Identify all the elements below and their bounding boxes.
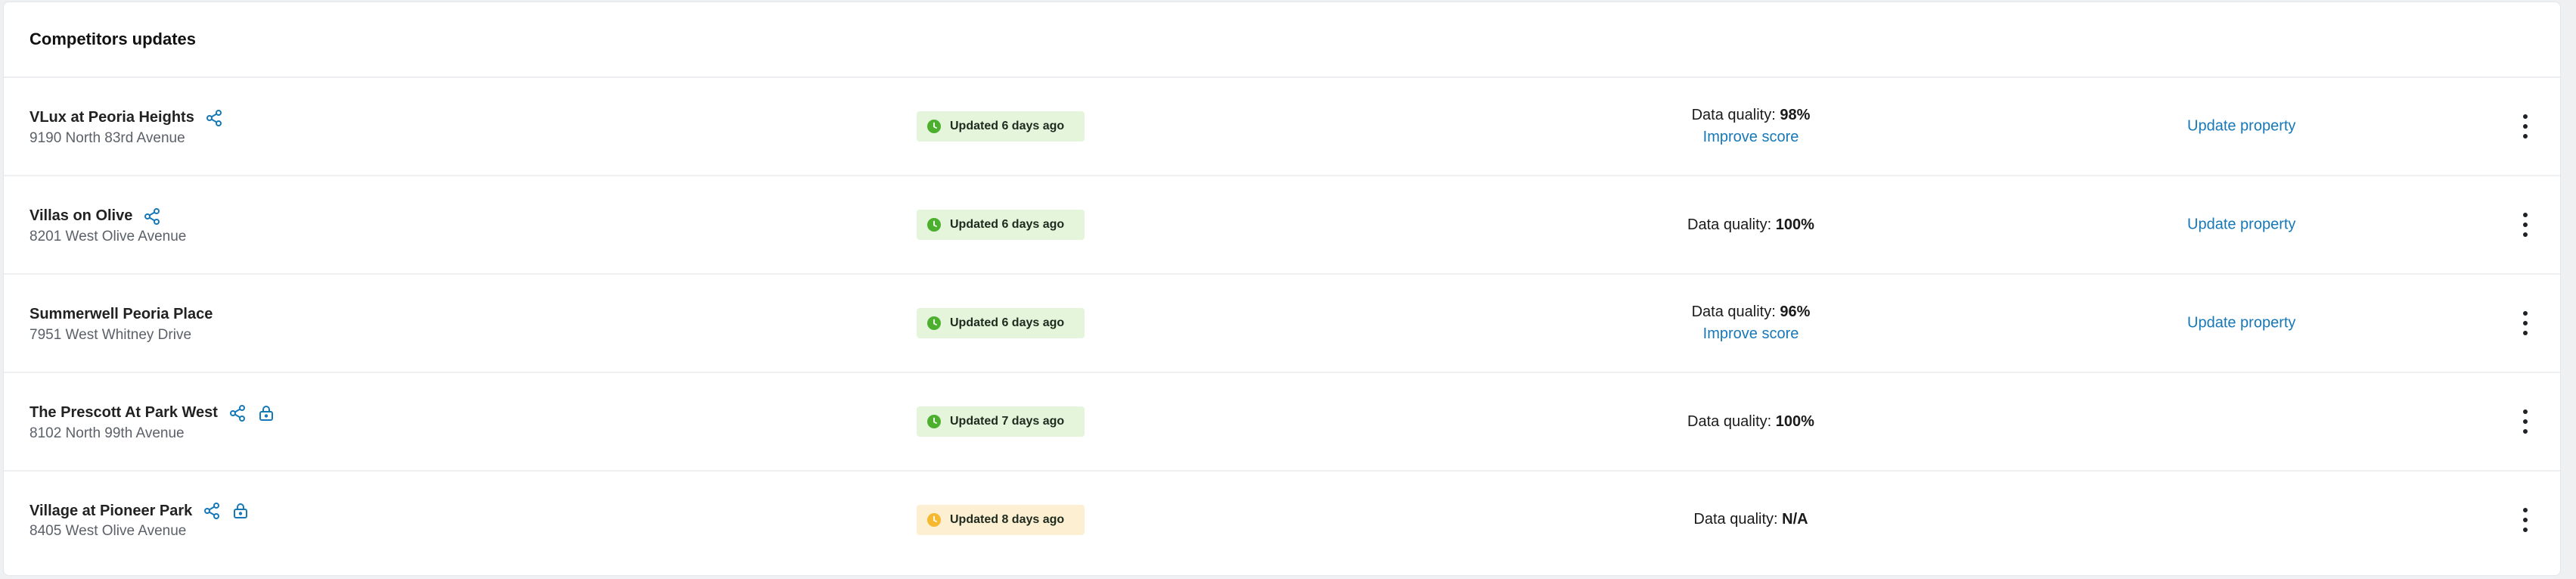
- data-quality: Data quality: 96% Improve score: [1592, 275, 1910, 372]
- update-property-link[interactable]: Update property: [2187, 118, 2295, 135]
- quality-value: 100%: [1775, 412, 1814, 430]
- data-quality: Data quality: 100%: [1592, 176, 1910, 273]
- quality-label: Data quality:: [1691, 107, 1776, 123]
- status-badge: Updated 6 days ago: [917, 210, 1085, 240]
- clock-icon: [927, 512, 941, 527]
- property-info: Villas on Olive 8201 West Olive Avenue: [29, 176, 186, 273]
- competitor-row: Villas on Olive 8201 West Olive Avenue U…: [4, 176, 2560, 275]
- data-quality: Data quality: 100%: [1592, 373, 1910, 470]
- clock-icon: [927, 218, 941, 232]
- competitors-panel: Competitors updates VLux at Peoria Heigh…: [3, 2, 2561, 576]
- property-address: 8201 West Olive Avenue: [29, 228, 187, 244]
- more-options-icon[interactable]: [2516, 111, 2534, 142]
- panel-title: Competitors updates: [29, 30, 197, 48]
- status-badge: Updated 7 days ago: [917, 406, 1085, 437]
- property-name: The Prescott At Park West: [29, 404, 218, 421]
- clock-icon: [927, 415, 941, 428]
- quality-label: Data quality:: [1693, 511, 1778, 528]
- property-info: VLux at Peoria Heights 9190 North 83rd A…: [29, 78, 223, 175]
- status-text: Updated 6 days ago: [950, 120, 1065, 132]
- property-name: Village at Pioneer Park: [29, 502, 193, 519]
- data-quality: Data quality: N/A: [1592, 472, 1910, 568]
- quality-value: N/A: [1782, 511, 1808, 528]
- share-icon[interactable]: [228, 404, 247, 422]
- property-info: Village at Pioneer Park 8405 West Olive …: [29, 472, 250, 568]
- quality-value: 100%: [1775, 216, 1814, 233]
- panel-header: Competitors updates: [4, 2, 2560, 78]
- quality-label: Data quality:: [1687, 216, 1772, 233]
- data-quality: Data quality: 98% Improve score: [1592, 78, 1910, 175]
- competitor-row: The Prescott At Park West 8102 North 99t…: [4, 373, 2560, 472]
- property-address: 8102 North 99th Avenue: [29, 425, 185, 441]
- status-text: Updated 6 days ago: [950, 218, 1065, 231]
- more-options-icon[interactable]: [2516, 406, 2534, 437]
- more-options-icon[interactable]: [2516, 210, 2534, 240]
- status-badge: Updated 6 days ago: [917, 111, 1085, 142]
- competitor-row: VLux at Peoria Heights 9190 North 83rd A…: [4, 78, 2560, 176]
- clock-icon: [927, 316, 941, 330]
- improve-score-link[interactable]: Improve score: [1703, 325, 1799, 343]
- property-name: Summerwell Peoria Place: [29, 306, 213, 322]
- status-text: Updated 7 days ago: [950, 415, 1065, 428]
- lock-icon[interactable]: [257, 404, 275, 422]
- property-address: 9190 North 83rd Avenue: [29, 129, 185, 146]
- quality-label: Data quality:: [1691, 304, 1776, 320]
- share-icon[interactable]: [205, 109, 223, 127]
- competitor-row: Summerwell Peoria Place 7951 West Whitne…: [4, 275, 2560, 373]
- improve-score-link[interactable]: Improve score: [1703, 129, 1799, 146]
- more-options-icon[interactable]: [2516, 308, 2534, 338]
- status-text: Updated 6 days ago: [950, 316, 1065, 329]
- status-text: Updated 8 days ago: [950, 512, 1065, 526]
- property-address: 7951 West Whitney Drive: [29, 326, 192, 343]
- share-icon[interactable]: [143, 207, 161, 226]
- share-icon[interactable]: [203, 502, 221, 520]
- more-options-icon[interactable]: [2516, 505, 2534, 535]
- property-name: VLux at Peoria Heights: [29, 109, 194, 126]
- property-info: Summerwell Peoria Place 7951 West Whitne…: [29, 275, 213, 372]
- status-badge: Updated 6 days ago: [917, 308, 1085, 338]
- property-address: 8405 West Olive Avenue: [29, 523, 187, 539]
- property-info: The Prescott At Park West 8102 North 99t…: [29, 373, 275, 470]
- lock-icon[interactable]: [231, 502, 250, 520]
- update-property-link[interactable]: Update property: [2187, 216, 2295, 234]
- clock-icon: [927, 120, 941, 133]
- property-name: Villas on Olive: [29, 207, 133, 224]
- quality-value: 96%: [1780, 304, 1811, 320]
- update-property-link[interactable]: Update property: [2187, 315, 2295, 332]
- competitor-row: Village at Pioneer Park 8405 West Olive …: [4, 472, 2560, 568]
- quality-value: 98%: [1780, 107, 1811, 123]
- quality-label: Data quality:: [1687, 412, 1772, 430]
- status-badge: Updated 8 days ago: [917, 504, 1085, 535]
